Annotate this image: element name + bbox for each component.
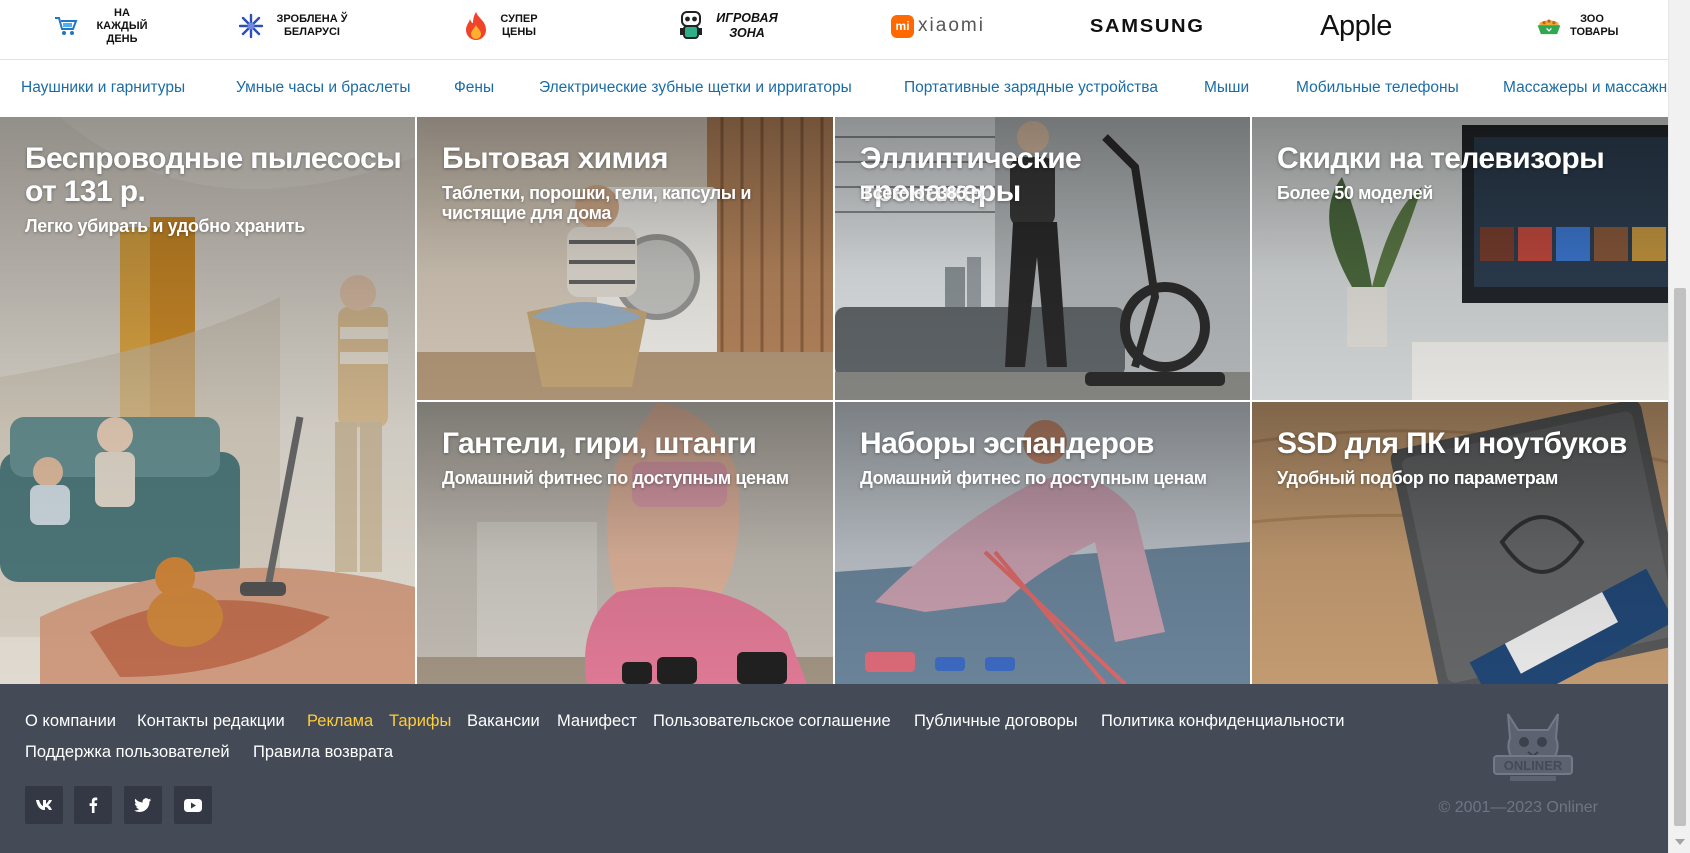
vk-icon[interactable] xyxy=(25,786,63,824)
gamer-mascot-icon xyxy=(678,11,704,40)
youtube-icon[interactable] xyxy=(174,786,212,824)
tile-title: Наборы эспандеров xyxy=(860,427,1154,460)
brand-made-in-belarus[interactable]: Зроблена ў Беларусі xyxy=(210,0,380,52)
brand-label: Apple xyxy=(1320,9,1392,42)
promo-tile-vacuums[interactable]: Беспроводные пылесосы от 131 р. Легко уб… xyxy=(0,117,415,684)
twitter-icon[interactable] xyxy=(124,786,162,824)
tile-subtitle: Удобный подбор по параметрам xyxy=(1277,468,1558,488)
brand-label: Игровая зона xyxy=(716,11,778,40)
tile-subtitle: Легко убирать и удобно хранить xyxy=(25,216,305,236)
footer-link-user-support[interactable]: Поддержка пользователей xyxy=(25,743,230,762)
promo-tile-elliptical-trainers[interactable]: Эллиптические тренажеры Всего от 385 р. xyxy=(835,117,1250,400)
promo-tile-dumbbells[interactable]: Гантели, гири, штанги Домашний фитнес по… xyxy=(417,402,833,684)
brand-apple[interactable]: Apple xyxy=(1271,0,1441,52)
tile-title: SSD для ПК и ноутбуков xyxy=(1277,427,1627,460)
mi-logo-icon: mi xyxy=(891,14,915,38)
brand-label: Зроблена ў Беларусі xyxy=(276,13,348,38)
page-scrollbar[interactable] xyxy=(1668,0,1690,853)
category-link-headphones[interactable]: Наушники и гарнитуры xyxy=(21,79,185,97)
footer-link-tariffs[interactable]: Тарифы xyxy=(389,712,451,731)
footer: О компании Контакты редакции Реклама Тар… xyxy=(0,684,1668,853)
brand-game-zone[interactable]: Игровая зона xyxy=(645,0,815,52)
promo-tile-resistance-bands[interactable]: Наборы эспандеров Домашний фитнес по дос… xyxy=(835,402,1250,684)
brand-strip: На каждый день Зроблена ў Беларусі Супер… xyxy=(0,0,1668,60)
cornflower-icon xyxy=(238,12,264,40)
brand-label: xiaomi xyxy=(918,15,985,36)
brand-samsung[interactable]: SAMSUNG xyxy=(1062,0,1232,52)
brand-label: Зоо товары xyxy=(1570,13,1619,38)
footer-link-user-agreement[interactable]: Пользовательское соглашение xyxy=(653,712,891,731)
footer-link-manifesto[interactable]: Манифест xyxy=(557,712,637,731)
category-link-toothbrushes[interactable]: Электрические зубные щетки и ирригаторы xyxy=(539,79,852,97)
category-link-mobile-phones[interactable]: Мобильные телефоны xyxy=(1296,79,1459,97)
tile-subtitle: Таблетки, порошки, гели, капсулы и чистя… xyxy=(442,183,751,223)
brand-xiaomi[interactable]: mi xiaomi xyxy=(853,0,1023,52)
category-link-hair-dryers[interactable]: Фены xyxy=(454,79,494,97)
brand-zoo-goods[interactable]: Зоо товары xyxy=(1490,0,1660,52)
tile-subtitle: Более 50 моделей xyxy=(1277,183,1433,203)
copyright: © 2001—2023 Onliner xyxy=(1438,799,1598,816)
onliner-logo[interactable]: ONLINER xyxy=(1490,708,1576,788)
facebook-icon[interactable] xyxy=(74,786,112,824)
footer-link-contacts[interactable]: Контакты редакции xyxy=(137,712,285,731)
scrollbar-thumb[interactable] xyxy=(1674,288,1686,826)
footer-link-vacancies[interactable]: Вакансии xyxy=(467,712,540,731)
category-link-massagers[interactable]: Массажеры и массажные xyxy=(1503,79,1668,97)
category-link-mice[interactable]: Мыши xyxy=(1204,79,1249,97)
promo-tiles: Беспроводные пылесосы от 131 р. Легко уб… xyxy=(0,117,1668,684)
tile-title: Бытовая химия xyxy=(442,142,668,175)
tile-title: Гантели, гири, штанги xyxy=(442,427,757,460)
tile-subtitle: Домашний фитнес по доступным ценам xyxy=(860,468,1207,488)
tile-subtitle: Домашний фитнес по доступным ценам xyxy=(442,468,789,488)
tile-subtitle: Всего от 385 р. xyxy=(860,183,986,203)
tile-title: Скидки на телевизоры xyxy=(1277,142,1605,175)
brand-super-prices[interactable]: Супер цены xyxy=(417,0,587,52)
category-nav: Наушники и гарнитуры Умные часы и брасле… xyxy=(0,61,1668,117)
category-link-smart-watches[interactable]: Умные часы и браслеты xyxy=(236,79,411,97)
cart-icon xyxy=(53,12,79,40)
footer-link-about[interactable]: О компании xyxy=(25,712,116,731)
brand-label: SAMSUNG xyxy=(1089,15,1205,36)
category-link-power-banks[interactable]: Портативные зарядные устройства xyxy=(904,79,1158,97)
footer-link-advertising[interactable]: Реклама xyxy=(307,712,373,731)
promo-tile-household-chemicals[interactable]: Бытовая химия Таблетки, порошки, гели, к… xyxy=(417,117,833,400)
brand-every-day[interactable]: На каждый день xyxy=(20,0,190,52)
footer-link-privacy-policy[interactable]: Политика конфиденциальности xyxy=(1101,712,1344,731)
flame-icon xyxy=(463,12,489,40)
promo-tile-ssd[interactable]: SSD для ПК и ноутбуков Удобный подбор по… xyxy=(1252,402,1668,684)
promo-tile-tv-discounts[interactable]: Скидки на телевизоры Более 50 моделей xyxy=(1252,117,1668,400)
scroll-down-arrow-icon[interactable] xyxy=(1675,839,1685,845)
footer-link-return-policy[interactable]: Правила возврата xyxy=(253,743,393,762)
tile-title: Беспроводные пылесосы от 131 р. xyxy=(25,142,402,208)
brand-label: Супер цены xyxy=(500,13,538,38)
footer-link-public-contracts[interactable]: Публичные договоры xyxy=(914,712,1078,731)
pet-food-bowl-icon xyxy=(1536,12,1562,40)
brand-label: На каждый день xyxy=(96,6,148,45)
logo-text: ONLINER xyxy=(1504,758,1563,773)
